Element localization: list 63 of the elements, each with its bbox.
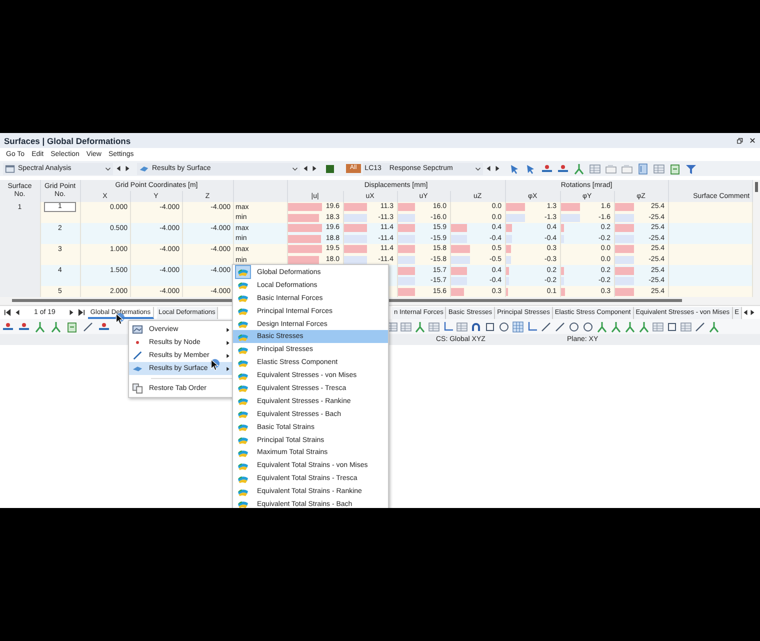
caret-icon <box>474 166 481 172</box>
line-icon[interactable] <box>540 320 552 332</box>
surface-result-icon <box>236 266 250 278</box>
color-swatch <box>326 164 334 172</box>
table-icon[interactable] <box>400 320 412 332</box>
table-icon[interactable] <box>456 320 468 332</box>
first-icon[interactable] <box>4 309 11 316</box>
structure-icon[interactable] <box>50 320 62 332</box>
cursor-icon <box>209 358 221 372</box>
structure-icon[interactable] <box>624 320 636 332</box>
surface-icon <box>139 164 149 174</box>
table-icon[interactable] <box>428 320 440 332</box>
beam-icon[interactable] <box>556 162 569 174</box>
line-icon <box>132 350 143 361</box>
structure-icon[interactable] <box>596 320 608 332</box>
beam-icon[interactable] <box>2 320 14 332</box>
square-icon[interactable] <box>666 320 678 332</box>
beam-icon[interactable] <box>540 162 553 174</box>
line-icon[interactable] <box>82 320 94 332</box>
circle-icon[interactable] <box>582 320 594 332</box>
line-icon[interactable] <box>554 320 566 332</box>
close-icon[interactable] <box>749 137 756 144</box>
export-icon[interactable] <box>668 162 681 174</box>
structure-icon[interactable] <box>638 320 650 332</box>
structure-icon[interactable] <box>610 320 622 332</box>
square-icon[interactable] <box>484 320 496 332</box>
previous-icon[interactable] <box>115 165 122 172</box>
filter-icon[interactable] <box>684 162 697 174</box>
export-icon[interactable] <box>66 320 78 332</box>
next-icon[interactable] <box>124 165 131 172</box>
axes-icon[interactable] <box>442 320 454 332</box>
axes-icon[interactable] <box>526 320 538 332</box>
last-icon[interactable] <box>78 309 86 316</box>
submenu-arrow-icon <box>226 326 230 332</box>
caret-icon <box>292 166 298 172</box>
submenu-arrow-icon <box>226 352 230 358</box>
chart-icon <box>132 324 143 335</box>
structure-icon[interactable] <box>34 320 46 332</box>
submenu-arrow-icon <box>226 366 230 372</box>
previous-icon[interactable] <box>14 309 21 316</box>
structure-icon[interactable] <box>572 162 585 174</box>
beam-icon[interactable] <box>98 320 110 332</box>
caret-icon <box>105 166 111 172</box>
windows-icon <box>132 383 143 394</box>
next-icon[interactable] <box>494 165 501 172</box>
next-icon[interactable] <box>68 309 76 316</box>
arch-icon[interactable] <box>470 320 482 332</box>
circle-icon[interactable] <box>568 320 580 332</box>
layers-icon[interactable] <box>636 162 649 174</box>
structure-icon[interactable] <box>414 320 426 332</box>
submenu-arrow-icon <box>226 340 230 346</box>
structure-icon[interactable] <box>708 320 720 332</box>
window-title: Surfaces | Global Deformations <box>4 136 131 146</box>
grid-icon[interactable] <box>512 320 524 332</box>
line-icon[interactable] <box>694 320 706 332</box>
previous-icon[interactable] <box>484 165 492 172</box>
next-icon[interactable] <box>311 165 318 172</box>
restore-icon[interactable] <box>736 137 743 144</box>
previous-icon[interactable] <box>302 165 309 172</box>
circle-icon[interactable] <box>498 320 510 332</box>
beam-icon[interactable] <box>18 320 30 332</box>
scrollbar[interactable] <box>754 182 758 192</box>
window-icon <box>5 164 15 174</box>
